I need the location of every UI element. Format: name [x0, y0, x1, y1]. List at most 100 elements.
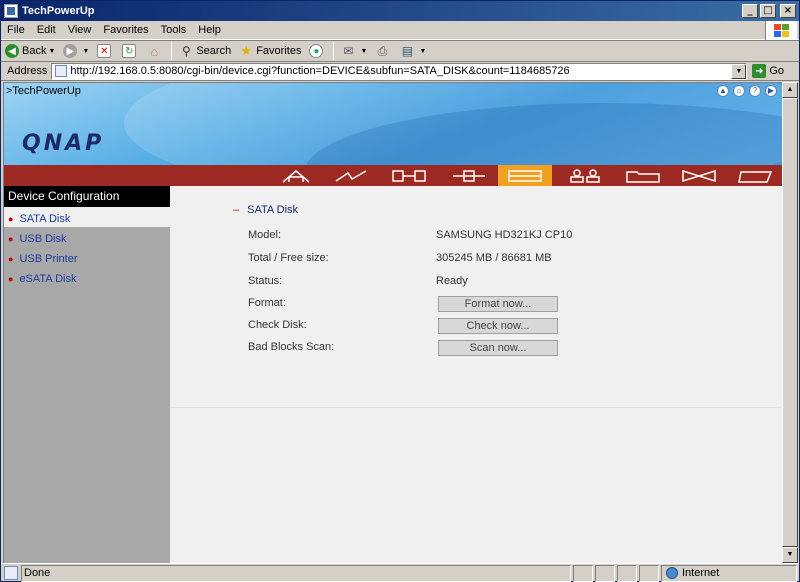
search-icon: ⚲: [181, 44, 191, 58]
browser-window: TechPowerUp _ □ × File Edit View Favorit…: [0, 0, 800, 582]
page-done-icon: [4, 566, 18, 580]
search-label: Search: [196, 45, 232, 57]
media-button[interactable]: ●: [305, 41, 330, 61]
sidebar-item-usb-disk[interactable]: ● USB Disk: [4, 227, 170, 247]
menu-favorites[interactable]: Favorites: [97, 24, 154, 36]
forward-arrow-icon: ▶: [63, 44, 78, 58]
scan-now-button[interactable]: Scan now...: [438, 340, 558, 356]
menu-bar: File Edit View Favorites Tools Help: [1, 21, 799, 40]
search-button[interactable]: ⚲ Search: [175, 41, 235, 61]
back-button[interactable]: ◀ Back ▼: [1, 41, 59, 61]
disk-nav-icon[interactable]: [498, 165, 552, 186]
collapse-icon[interactable]: –: [233, 204, 239, 216]
home-button[interactable]: ⌂: [143, 41, 168, 61]
menu-help[interactable]: Help: [192, 24, 227, 36]
play-icon[interactable]: ▶: [765, 85, 777, 97]
sidebar: Device Configuration ● SATA Disk ● USB D…: [4, 186, 170, 563]
status-nav-icon[interactable]: [728, 165, 782, 186]
nav-strip: [4, 165, 782, 186]
stop-icon: ✕: [97, 44, 112, 58]
media-icon: ●: [309, 44, 324, 58]
back-label: Back: [22, 45, 47, 57]
format-label: Format:: [248, 297, 286, 309]
scroll-up-button[interactable]: ▲: [782, 82, 798, 98]
status-value: Ready: [436, 275, 468, 287]
print-button[interactable]: ⎙: [371, 41, 396, 61]
bullet-icon: ●: [8, 273, 14, 284]
top-icon-group: ▲ ⌂ ? ▶: [717, 85, 777, 97]
menu-edit[interactable]: Edit: [31, 24, 62, 36]
mail-button[interactable]: ✉ ▼: [337, 41, 371, 61]
home-icon: ⌂: [150, 43, 159, 59]
size-label: Total / Free size:: [248, 252, 329, 264]
menu-view[interactable]: View: [62, 24, 98, 36]
check-now-button[interactable]: Check now...: [438, 318, 558, 334]
go-button[interactable]: ➜ Go: [752, 64, 784, 78]
page-icon: [55, 65, 68, 77]
sidebar-item-label: USB Printer: [19, 252, 78, 265]
forward-button[interactable]: ▶ ▼: [59, 41, 93, 61]
favorites-button[interactable]: ★ Favorites: [235, 41, 305, 61]
edit-button[interactable]: ▤ ▼: [396, 41, 430, 61]
address-input[interactable]: http://192.168.0.5:8080/cgi-bin/device.c…: [51, 62, 748, 80]
status-bar: Done Internet: [1, 563, 799, 582]
toolbar-separator: [333, 42, 335, 60]
network-nav-icon[interactable]: [324, 165, 378, 186]
title-bar: TechPowerUp _ □ ×: [1, 1, 799, 21]
menu-tools[interactable]: Tools: [155, 24, 193, 36]
sidebar-item-esata-disk[interactable]: ● eSATA Disk: [4, 267, 170, 287]
sidebar-title: Device Configuration: [4, 186, 170, 207]
scroll-down-button[interactable]: ▼: [782, 547, 798, 563]
page-content: >TechPowerUp QNAP ▲ ⌂ ? ▶ Device Configu…: [3, 82, 782, 563]
menu-file[interactable]: File: [1, 24, 31, 36]
folder-nav-icon[interactable]: [616, 165, 670, 186]
windows-logo-icon: [765, 21, 797, 40]
sidebar-item-label: SATA Disk: [19, 212, 71, 225]
window-title: TechPowerUp: [22, 5, 95, 17]
section-title: – SATA Disk: [233, 204, 298, 216]
status-cell: [639, 564, 659, 582]
address-url[interactable]: http://192.168.0.5:8080/cgi-bin/device.c…: [70, 65, 731, 77]
size-value: 305245 MB / 86681 MB: [436, 252, 552, 264]
check-disk-label: Check Disk:: [248, 319, 307, 331]
printer-icon: ⎙: [377, 43, 388, 58]
bad-blocks-label: Bad Blocks Scan:: [248, 341, 335, 353]
qnap-logo: QNAP: [22, 131, 105, 156]
dropdown-arrow-icon: ▼: [48, 47, 56, 55]
stop-button[interactable]: ✕: [93, 41, 118, 61]
section-title-label: SATA Disk: [247, 204, 299, 216]
users-nav-icon[interactable]: [558, 165, 612, 186]
edit-page-icon: ▤: [401, 44, 414, 58]
device-nav-icon[interactable]: [382, 165, 436, 186]
home-nav-icon[interactable]: [269, 165, 323, 186]
sidebar-item-usb-printer[interactable]: ● USB Printer: [4, 247, 170, 267]
scroll-thumb[interactable]: [782, 98, 798, 547]
close-button[interactable]: ×: [780, 4, 796, 18]
zone-label: Internet: [682, 567, 720, 579]
home-icon[interactable]: ⌂: [733, 85, 745, 97]
sidebar-item-label: USB Disk: [19, 232, 67, 245]
main-panel: – SATA Disk Model: SAMSUNG HD321KJ CP10 T…: [170, 186, 782, 408]
bullet-icon: ●: [8, 233, 14, 244]
tools-nav-icon[interactable]: [442, 165, 496, 186]
dropdown-arrow-icon: ▼: [360, 47, 368, 55]
dropdown-arrow-icon: ▼: [82, 47, 90, 55]
bullet-icon: ●: [8, 253, 14, 264]
maximize-button[interactable]: □: [760, 4, 776, 18]
dropdown-arrow-icon: ▼: [419, 47, 427, 55]
minimize-button[interactable]: _: [742, 4, 758, 18]
vertical-scrollbar[interactable]: ▲ ▼: [782, 82, 798, 563]
back-arrow-icon: ◀: [5, 44, 19, 58]
refresh-button[interactable]: ↻: [118, 41, 143, 61]
breadcrumb: >TechPowerUp: [6, 85, 81, 97]
services-nav-icon[interactable]: [672, 165, 726, 186]
format-now-button[interactable]: Format now...: [438, 296, 558, 312]
favorites-label: Favorites: [256, 45, 302, 57]
status-cell: [595, 564, 615, 582]
security-zone: Internet: [661, 564, 797, 582]
help-icon[interactable]: ?: [749, 85, 761, 97]
sidebar-item-sata-disk[interactable]: ● SATA Disk: [4, 207, 170, 227]
bullet-icon: ●: [8, 213, 14, 224]
up-arrow-icon[interactable]: ▲: [717, 85, 729, 97]
address-dropdown-button[interactable]: ▼: [731, 63, 747, 79]
